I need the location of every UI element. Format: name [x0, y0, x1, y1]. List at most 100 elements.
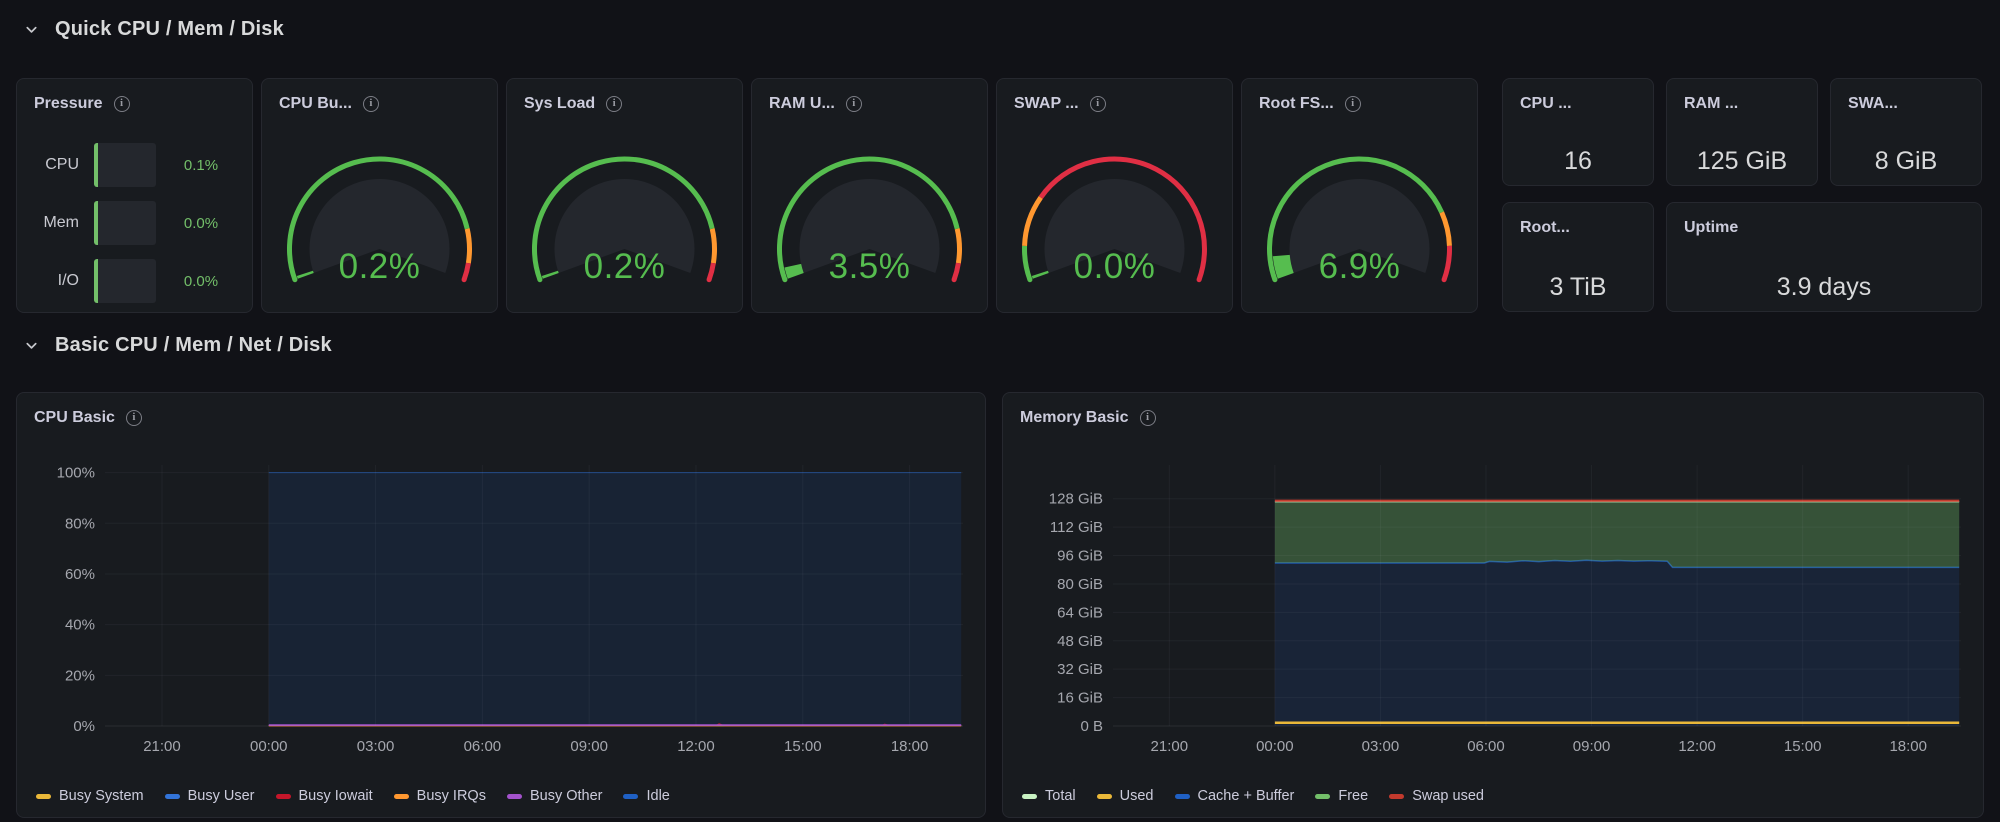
svg-text:16 GiB: 16 GiB — [1057, 690, 1103, 707]
legend-item-busy-irqs[interactable]: Busy IRQs — [393, 788, 486, 804]
row-header-quick[interactable]: Quick CPU / Mem / Disk — [24, 18, 284, 41]
svg-text:18:00: 18:00 — [1889, 738, 1927, 755]
panel-gauge-cpu-busy: CPU Bu... i 0.2% — [261, 78, 498, 313]
pressure-bar-gauge — [94, 201, 156, 245]
legend-label: Cache + Buffer — [1197, 788, 1295, 804]
info-icon[interactable]: i — [1089, 96, 1106, 112]
panel-title[interactable]: CPU ... — [1520, 95, 1572, 113]
panel-title[interactable]: Uptime — [1684, 219, 1738, 237]
panel-title[interactable]: RAM ... — [1684, 95, 1738, 113]
chevron-down-icon — [26, 342, 37, 349]
legend-label: Idle — [646, 788, 670, 804]
stat-value: 3 TiB — [1549, 273, 1607, 301]
legend-swatch — [1389, 793, 1405, 799]
svg-text:48 GiB: 48 GiB — [1057, 633, 1103, 650]
gauge-value: 0.0% — [1073, 247, 1156, 286]
legend-item-idle[interactable]: Idle — [623, 788, 670, 804]
svg-text:15:00: 15:00 — [784, 738, 822, 755]
panel-title[interactable]: Sys Load — [524, 95, 595, 113]
svg-text:80 GiB: 80 GiB — [1057, 576, 1103, 593]
legend-item-cache-buffer[interactable]: Cache + Buffer — [1174, 788, 1295, 804]
row-title: Quick CPU / Mem / Disk — [55, 18, 284, 40]
panel-title[interactable]: RAM U... — [769, 95, 835, 113]
stat-value: 125 GiB — [1696, 147, 1788, 175]
svg-text:0%: 0% — [73, 718, 95, 735]
info-icon[interactable]: i — [1139, 410, 1156, 426]
legend-swatch — [36, 793, 51, 799]
svg-text:96 GiB: 96 GiB — [1057, 548, 1103, 565]
info-icon[interactable]: i — [362, 96, 379, 112]
memory-basic-legend: Total Used Cache + Buffer Free Swap used — [1022, 788, 1484, 804]
legend-swatch — [506, 793, 522, 799]
svg-text:03:00: 03:00 — [357, 738, 395, 755]
grafana-dashboard: Quick CPU / Mem / Disk Pressure i CPU 0.1… — [0, 0, 2000, 822]
panel-gauge-rootfs-used: Root FS... i 6.9% — [1241, 78, 1478, 313]
gauge-value: 0.2% — [338, 247, 421, 286]
legend-label: Swap used — [1412, 788, 1484, 804]
panel-stat-uptime: Uptime 3.9 days — [1666, 202, 1982, 312]
legend-item-used[interactable]: Used — [1096, 788, 1154, 804]
legend-label: Total — [1045, 788, 1076, 804]
panel-title[interactable]: SWA... — [1848, 95, 1898, 113]
pressure-value: 0.0% — [183, 272, 219, 290]
svg-text:32 GiB: 32 GiB — [1057, 661, 1103, 678]
panel-pressure: Pressure i CPU 0.1% Mem 0.0% I/O 0.0% — [16, 78, 253, 313]
pressure-row-cpu: CPU 0.1% — [17, 143, 252, 187]
row-header-basic[interactable]: Basic CPU / Mem / Net / Disk — [24, 334, 332, 357]
svg-text:100%: 100% — [57, 465, 95, 482]
panel-stat-cpu-cores: CPU ... 16 — [1502, 78, 1654, 186]
legend-item-busy-user[interactable]: Busy User — [164, 788, 255, 804]
panel-stat-rootfs-total: Root... 3 TiB — [1502, 202, 1654, 312]
panel-title[interactable]: SWAP ... — [1014, 95, 1079, 113]
svg-text:0 B: 0 B — [1080, 718, 1103, 735]
panel-title[interactable]: CPU Basic — [34, 409, 115, 427]
info-icon[interactable]: i — [1344, 96, 1361, 112]
legend-label: Busy System — [59, 788, 144, 804]
panel-title[interactable]: Memory Basic — [1020, 409, 1129, 427]
panel-title[interactable]: Pressure — [34, 95, 103, 113]
svg-text:09:00: 09:00 — [570, 738, 608, 755]
legend-item-free[interactable]: Free — [1315, 788, 1368, 804]
legend-item-swap-used[interactable]: Swap used — [1389, 788, 1484, 804]
panel-gauge-ram-used: RAM U... i 3.5% — [751, 78, 988, 313]
info-icon[interactable]: i — [125, 410, 142, 426]
info-icon[interactable]: i — [113, 96, 130, 112]
svg-text:40%: 40% — [65, 617, 95, 634]
legend-label: Busy IRQs — [416, 788, 486, 804]
legend-label: Busy User — [187, 788, 255, 804]
legend-label: Busy Other — [529, 788, 603, 804]
pressure-bar-gauge — [94, 259, 156, 303]
pressure-row-io: I/O 0.0% — [17, 259, 252, 303]
panel-cpu-basic: CPU Basic i 21:00 00:00 03:00 06:00 09:00 12:… — [16, 392, 986, 818]
pressure-bar-fill — [94, 201, 98, 245]
panel-title[interactable]: CPU Bu... — [279, 95, 352, 113]
stat-value: 8 GiB — [1874, 147, 1938, 175]
svg-text:00:00: 00:00 — [1256, 738, 1294, 755]
panel-memory-basic: Memory Basic i 21:00 00:00 03:00 06:00 09:00… — [1002, 392, 1984, 818]
gauge-value: 0.2% — [583, 247, 666, 286]
svg-text:12:00: 12:00 — [677, 738, 715, 755]
info-icon[interactable]: i — [845, 96, 862, 112]
legend-item-total[interactable]: Total — [1022, 788, 1076, 804]
legend-label: Busy Iowait — [298, 788, 373, 804]
svg-text:06:00: 06:00 — [464, 738, 502, 755]
legend-item-busy-system[interactable]: Busy System — [36, 788, 144, 804]
panel-gauge-sys-load: Sys Load i 0.2% — [506, 78, 743, 313]
svg-text:18:00: 18:00 — [891, 738, 929, 755]
svg-text:60%: 60% — [65, 566, 95, 583]
stat-value: 16 — [1564, 147, 1592, 175]
info-icon[interactable]: i — [606, 96, 623, 112]
legend-item-busy-iowait[interactable]: Busy Iowait — [275, 788, 373, 804]
pressure-value: 0.1% — [183, 156, 219, 174]
cpu-basic-plot: 21:00 00:00 03:00 06:00 09:00 12:00 15:00 18:00… — [57, 465, 963, 755]
gauge-value: 6.9% — [1318, 247, 1401, 286]
panel-title[interactable]: Root FS... — [1259, 95, 1334, 113]
legend-swatch — [275, 793, 291, 799]
pressure-label: CPU — [45, 156, 79, 173]
stat-value: 3.9 days — [1776, 273, 1872, 301]
legend-item-busy-other[interactable]: Busy Other — [506, 788, 603, 804]
svg-text:03:00: 03:00 — [1362, 738, 1400, 755]
panel-title[interactable]: Root... — [1520, 219, 1570, 237]
legend-swatch — [1096, 793, 1112, 799]
panel-gauge-swap-used: SWAP ... i 0.0% — [996, 78, 1233, 313]
